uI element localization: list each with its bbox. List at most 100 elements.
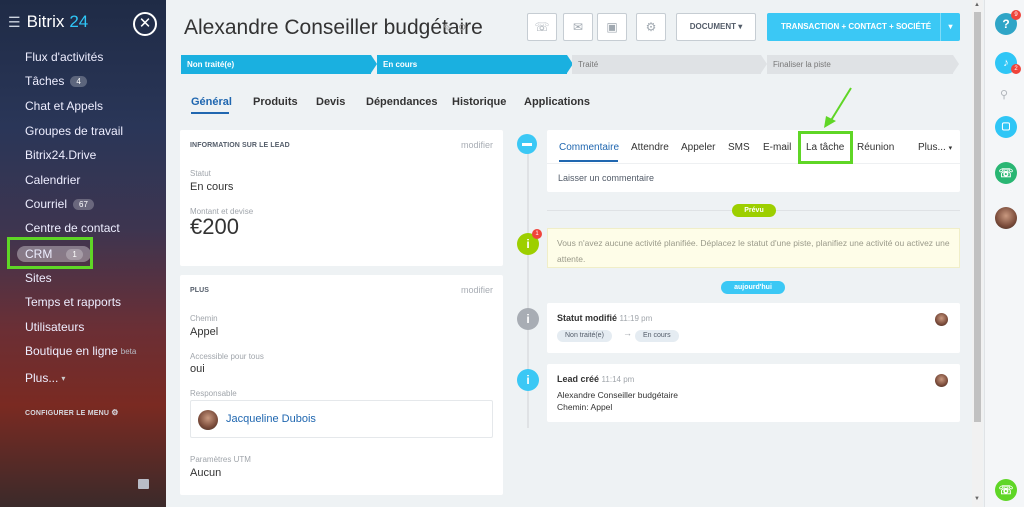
sidebar-item-label: Tâches xyxy=(25,74,65,88)
transaction-contact-company-button[interactable]: TRANSACTION + CONTACT + SOCIÉTÉ ▾ xyxy=(767,13,960,41)
right-toolbar: ? 9 ♪ 2 ⚲ ▢ ☏ ☏ xyxy=(984,0,1024,507)
tab-more[interactable]: Plus... ▾ xyxy=(918,142,952,153)
chevron-down-icon: ▾ xyxy=(61,373,66,383)
phone-icon[interactable]: ☏ xyxy=(995,162,1017,184)
sidebar-item-label: Utilisateurs xyxy=(25,320,85,334)
currency-symbol: € xyxy=(190,214,203,239)
utm-label: Paramètres UTM xyxy=(190,455,251,464)
timeline-item-text: Alexandre Conseiller budgétaire xyxy=(557,390,678,400)
sidebar-item-activity-stream[interactable]: Flux d'activités xyxy=(25,50,103,64)
sidebar-item-label: Calendrier xyxy=(25,173,81,187)
avatar[interactable] xyxy=(935,374,948,387)
stage-processed[interactable]: Traité xyxy=(572,55,761,74)
tab-quotes[interactable]: Devis xyxy=(316,96,345,108)
chat-icon[interactable]: ▣ xyxy=(597,13,627,41)
sidebar-item-time-reports[interactable]: Temps et rapports xyxy=(25,295,121,309)
sidebar-item-tasks[interactable]: Tâches 4 xyxy=(25,74,87,88)
tab-wait[interactable]: Attendre xyxy=(631,142,669,153)
tab-applications[interactable]: Applications xyxy=(524,96,590,108)
brand-logo[interactable]: ☰ Bitrix 24 xyxy=(8,12,88,32)
avatar[interactable] xyxy=(995,207,1017,229)
planned-pill: Prévu xyxy=(732,204,776,217)
left-sidebar: ☰ Bitrix 24 ✕ Flux d'activités Tâches 4 C… xyxy=(0,0,166,507)
to-stage-chip: En cours xyxy=(635,330,679,342)
sidebar-item-label: Plus... xyxy=(25,371,59,385)
document-button[interactable]: DOCUMENT ▾ xyxy=(676,13,756,41)
sidebar-item-label: Chat et Appels xyxy=(25,99,104,113)
scrollbar-thumb[interactable] xyxy=(974,12,981,422)
green-arrow-icon xyxy=(824,87,852,128)
tab-products[interactable]: Produits xyxy=(253,96,298,108)
responsible-box: Jacqueline Dubois xyxy=(190,400,493,438)
search-icon[interactable]: ⚲ xyxy=(1000,88,1008,101)
tab-call[interactable]: Appeler xyxy=(681,142,715,153)
scroll-up-icon[interactable]: ▲ xyxy=(974,2,980,8)
alert-badge: 1 xyxy=(532,229,542,239)
sidebar-item-sites[interactable]: Sites xyxy=(25,271,52,285)
modify-link[interactable]: modifier xyxy=(461,285,493,295)
timeline-item-time: 11:14 pm xyxy=(601,375,635,384)
stage-label: En cours xyxy=(383,60,418,69)
path-label: Chemin xyxy=(190,314,218,323)
help-badge: 9 xyxy=(1011,10,1021,20)
timeline-item-title: Lead créé xyxy=(557,374,600,384)
sidebar-item-workgroups[interactable]: Groupes de travail xyxy=(25,124,123,138)
sidebar-item-chat[interactable]: Chat et Appels xyxy=(25,99,103,113)
tab-meeting[interactable]: Réunion xyxy=(857,142,894,153)
brand-number: 24 xyxy=(69,12,89,31)
sidebar-item-label: Boutique en ligne xyxy=(25,344,118,358)
stage-in-progress[interactable]: En cours xyxy=(377,55,567,74)
sidebar-item-label: Sites xyxy=(25,271,52,285)
configure-menu-link[interactable]: CONFIGURER LE MENU ⚙ xyxy=(25,408,119,417)
page-title: Alexandre Conseiller budgétaire xyxy=(184,16,483,39)
tab-underline xyxy=(191,112,229,114)
divider xyxy=(547,163,960,164)
tab-dependencies[interactable]: Dépendances xyxy=(366,96,438,108)
stage-label: Non traité(e) xyxy=(187,60,235,69)
avatar[interactable] xyxy=(935,313,948,326)
stage-finalize[interactable]: Finaliser la piste xyxy=(767,55,953,74)
pencil-icon[interactable]: ✎ xyxy=(443,23,452,35)
avatar[interactable] xyxy=(198,410,218,430)
sidebar-item-more[interactable]: Plus... ▾ xyxy=(25,371,65,385)
status-label: Statut xyxy=(190,169,211,178)
empty-activity-text: Vous n'avez aucune activité planifiée. D… xyxy=(557,238,950,264)
arrow-right-icon: → xyxy=(623,328,632,338)
utm-value: Aucun xyxy=(190,467,222,479)
print-icon[interactable] xyxy=(138,479,149,489)
phone-icon[interactable]: ☏ xyxy=(527,13,557,41)
chevron-down-icon[interactable]: ▾ xyxy=(940,13,960,41)
scrollbar[interactable]: ▲ ▼ xyxy=(972,0,983,507)
scroll-down-icon[interactable]: ▼ xyxy=(974,496,980,502)
count-badge: 67 xyxy=(73,198,94,210)
gear-icon[interactable]: ⚙ xyxy=(636,13,666,41)
lock-icon[interactable]: ▢ xyxy=(995,116,1017,138)
menu-icon[interactable]: ☰ xyxy=(8,14,21,31)
sidebar-item-label: Centre de contact xyxy=(25,221,120,235)
tab-general[interactable]: Général xyxy=(191,96,232,108)
sidebar-item-drive[interactable]: Bitrix24.Drive xyxy=(25,148,96,162)
mail-icon[interactable]: ✉ xyxy=(563,13,593,41)
stage-label: Traité xyxy=(578,60,599,69)
stage-not-processed[interactable]: Non traité(e) xyxy=(181,55,371,74)
modify-link[interactable]: modifier xyxy=(461,140,493,150)
document-button-label: DOCUMENT xyxy=(689,22,736,31)
sidebar-item-label: Courriel xyxy=(25,197,68,211)
card-heading: PLUS xyxy=(190,287,210,294)
call-icon[interactable]: ☏ xyxy=(995,479,1017,501)
sidebar-item-calendar[interactable]: Calendrier xyxy=(25,173,80,187)
tab-comment[interactable]: Commentaire xyxy=(559,142,619,153)
tab-sms[interactable]: SMS xyxy=(728,142,750,153)
comment-input[interactable]: Laisser un commentaire xyxy=(558,173,654,183)
tab-history[interactable]: Historique xyxy=(452,96,506,108)
sidebar-item-contact-center[interactable]: Centre de contact xyxy=(25,221,120,235)
public-value: oui xyxy=(190,363,205,375)
tab-email[interactable]: E-mail xyxy=(763,142,791,153)
close-icon[interactable]: ✕ xyxy=(133,12,157,36)
sidebar-item-online-store[interactable]: Boutique en ligne beta xyxy=(25,344,136,358)
edit-title-controls: ✎ ⚲ xyxy=(443,22,466,35)
sidebar-item-users[interactable]: Utilisateurs xyxy=(25,320,84,334)
sidebar-item-mail[interactable]: Courriel 67 xyxy=(25,197,94,211)
responsible-name-link[interactable]: Jacqueline Dubois xyxy=(226,413,316,425)
link-icon[interactable]: ⚲ xyxy=(458,23,466,35)
